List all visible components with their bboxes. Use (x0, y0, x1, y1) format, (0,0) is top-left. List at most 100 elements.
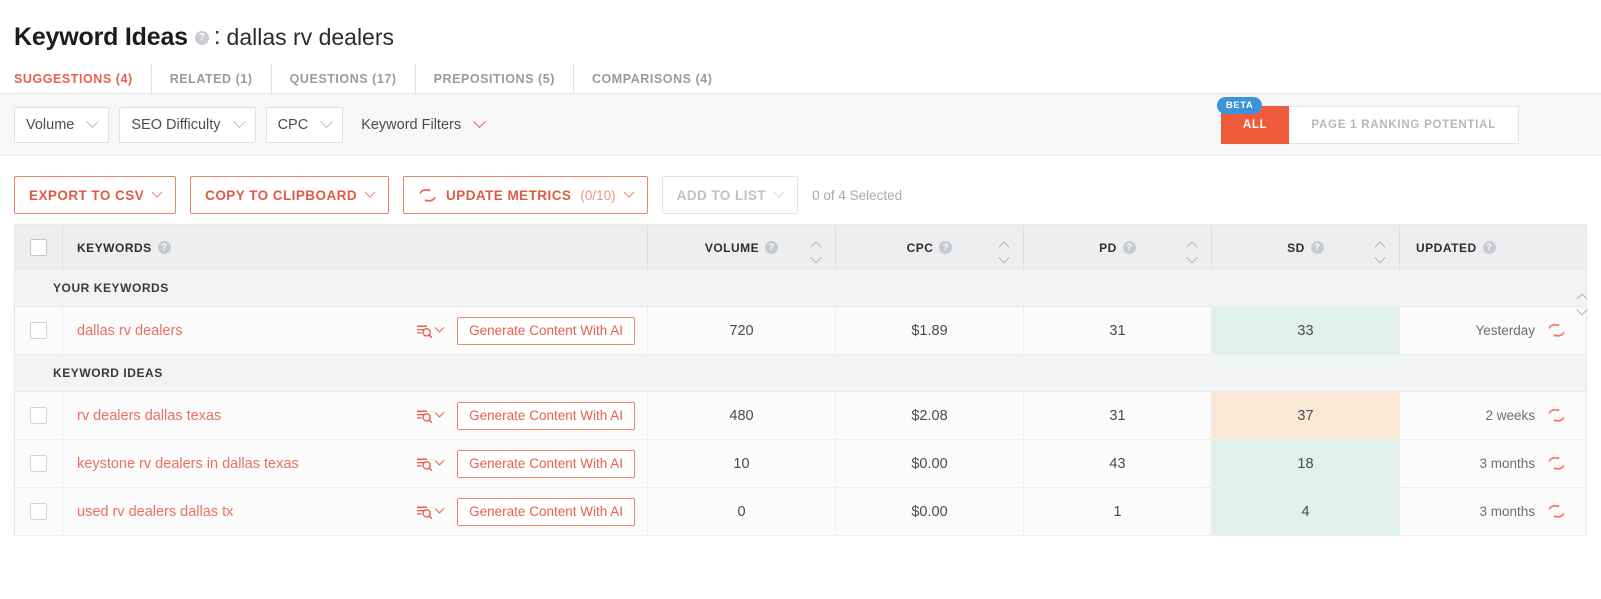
row-checkbox[interactable] (30, 503, 47, 520)
refresh-icon[interactable] (1547, 322, 1566, 339)
filter-volume[interactable]: Volume (14, 106, 110, 143)
generate-content-with-ai-button[interactable]: Generate Content With AI (457, 497, 635, 526)
sort-keywords[interactable] (1578, 293, 1587, 306)
chevron-down-icon (364, 186, 376, 198)
chevron-down-icon (151, 186, 163, 198)
column-volume[interactable]: VOLUME ? (648, 225, 836, 270)
filter-cpc[interactable]: CPC (265, 106, 344, 143)
row-select-cell (15, 392, 63, 439)
sd-value: 37 (1212, 392, 1400, 439)
serp-analysis-icon[interactable] (416, 455, 445, 472)
keyword-link[interactable]: keystone rv dealers in dallas texas (77, 456, 299, 472)
column-sd[interactable]: SD ? (1212, 225, 1400, 270)
serp-analysis-glyph (417, 458, 433, 471)
updated-cell: 2 weeks (1400, 392, 1586, 439)
table-header-row: KEYWORDS ? VOLUME ? CPC ? PD ? SD ? UPDA… (15, 225, 1586, 270)
sd-value: 18 (1212, 440, 1400, 487)
update-metrics-count: (0/10) (580, 187, 616, 203)
copy-to-clipboard-button[interactable]: COPY TO CLIPBOARD (190, 176, 390, 214)
keyword-link[interactable]: rv dealers dallas texas (77, 408, 221, 424)
chevron-down-icon (320, 115, 334, 129)
volume-value: 480 (648, 392, 836, 439)
keyword-link[interactable]: used rv dealers dallas tx (77, 504, 233, 520)
tab-questions[interactable]: QUESTIONS (17) (272, 64, 416, 93)
row-checkbox[interactable] (30, 455, 47, 472)
help-icon[interactable]: ? (765, 241, 779, 254)
cpc-value: $1.89 (836, 307, 1024, 354)
sort-asc-icon (1578, 293, 1587, 298)
serp-analysis-glyph (417, 506, 433, 519)
column-cpc-label: CPC (906, 240, 934, 255)
sort-pd[interactable] (1188, 241, 1197, 254)
filter-volume-label: Volume (26, 116, 75, 133)
view-toggle: BETA ALL PAGE 1 RANKING POTENTIAL (1216, 97, 1519, 144)
help-icon[interactable]: ? (1310, 241, 1324, 254)
update-metrics-button[interactable]: UPDATE METRICS (0/10) (403, 176, 648, 214)
table-row[interactable]: rv dealers dallas texas Generate Content… (15, 392, 1586, 440)
page-title: Keyword Ideas (14, 22, 188, 51)
refresh-icon[interactable] (1547, 455, 1566, 472)
filter-keyword-filters[interactable]: Keyword Filters (353, 107, 495, 143)
page-title-help-icon[interactable]: ? (194, 31, 209, 45)
add-to-list-button[interactable]: ADD TO LIST (661, 176, 799, 214)
column-cpc[interactable]: CPC ? (836, 225, 1024, 270)
toggle-page-1-ranking-potential[interactable]: PAGE 1 RANKING POTENTIAL (1289, 107, 1518, 143)
help-icon[interactable]: ? (1482, 241, 1496, 254)
column-keywords[interactable]: KEYWORDS ? (63, 225, 648, 270)
serp-analysis-icon[interactable] (416, 322, 445, 339)
tab-suggestions[interactable]: SUGGESTIONS (4) (14, 64, 152, 93)
row-select-cell (15, 440, 63, 487)
sort-desc-icon (1578, 301, 1587, 306)
serp-analysis-icon[interactable] (416, 407, 445, 424)
tab-related[interactable]: RELATED (1) (152, 64, 272, 93)
tab-bar: SUGGESTIONS (4) RELATED (1) QUESTIONS (1… (0, 64, 1601, 94)
generate-content-with-ai-button[interactable]: Generate Content With AI (457, 401, 635, 430)
help-icon[interactable]: ? (939, 241, 953, 254)
pd-value: 43 (1024, 440, 1212, 487)
sort-sd[interactable] (1376, 241, 1385, 254)
updated-value: Yesterday (1475, 323, 1535, 338)
generate-content-with-ai-button[interactable]: Generate Content With AI (457, 316, 635, 345)
export-to-csv-button[interactable]: EXPORT TO CSV (14, 176, 177, 214)
keyword-cell: dallas rv dealers Generate Content With … (63, 307, 648, 354)
cpc-value: $0.00 (836, 488, 1024, 535)
row-checkbox[interactable] (30, 322, 47, 339)
pd-value: 1 (1024, 488, 1212, 535)
page-title-row: Keyword Ideas ? : dallas rv dealers (0, 0, 1601, 51)
help-icon[interactable]: ? (1122, 241, 1136, 254)
updated-cell: Yesterday (1400, 307, 1586, 354)
tab-prepositions[interactable]: PREPOSITIONS (5) (416, 64, 574, 93)
serp-analysis-glyph (417, 410, 433, 423)
generate-content-with-ai-button[interactable]: Generate Content With AI (457, 449, 635, 478)
column-pd[interactable]: PD ? (1024, 225, 1212, 270)
table-row[interactable]: dallas rv dealers Generate Content With … (15, 307, 1586, 355)
tab-comparisons[interactable]: COMPARISONS (4) (574, 64, 731, 93)
updated-value: 2 weeks (1485, 408, 1535, 423)
help-icon[interactable]: ? (157, 241, 171, 254)
select-all-checkbox[interactable] (30, 239, 47, 256)
sd-value: 4 (1212, 488, 1400, 535)
volume-value: 0 (648, 488, 836, 535)
keyword-cell: used rv dealers dallas tx Generate Conte… (63, 488, 648, 535)
column-pd-label: PD (1099, 240, 1117, 255)
row-checkbox[interactable] (30, 407, 47, 424)
refresh-icon[interactable] (1547, 407, 1566, 424)
sort-asc-icon (1188, 241, 1197, 246)
filter-seo-difficulty[interactable]: SEO Difficulty (119, 106, 256, 143)
refresh-icon[interactable] (1547, 503, 1566, 520)
table-row[interactable]: keystone rv dealers in dallas texas Gene… (15, 440, 1586, 488)
beta-badge: BETA (1216, 97, 1263, 114)
sort-desc-icon (1000, 249, 1009, 254)
column-updated: UPDATED ? (1400, 225, 1586, 270)
chevron-down-icon (622, 186, 635, 198)
pd-value: 31 (1024, 392, 1212, 439)
row-select-cell (15, 307, 63, 354)
sort-cpc[interactable] (1000, 241, 1009, 254)
serp-analysis-icon[interactable] (416, 503, 445, 520)
keyword-link[interactable]: dallas rv dealers (77, 323, 183, 339)
chevron-down-icon (434, 322, 445, 333)
action-bar: EXPORT TO CSV COPY TO CLIPBOARD UPDATE M… (0, 156, 1601, 218)
table-row[interactable]: used rv dealers dallas tx Generate Conte… (15, 488, 1586, 536)
sort-volume[interactable] (812, 241, 821, 254)
updated-cell: 3 months (1400, 440, 1586, 487)
